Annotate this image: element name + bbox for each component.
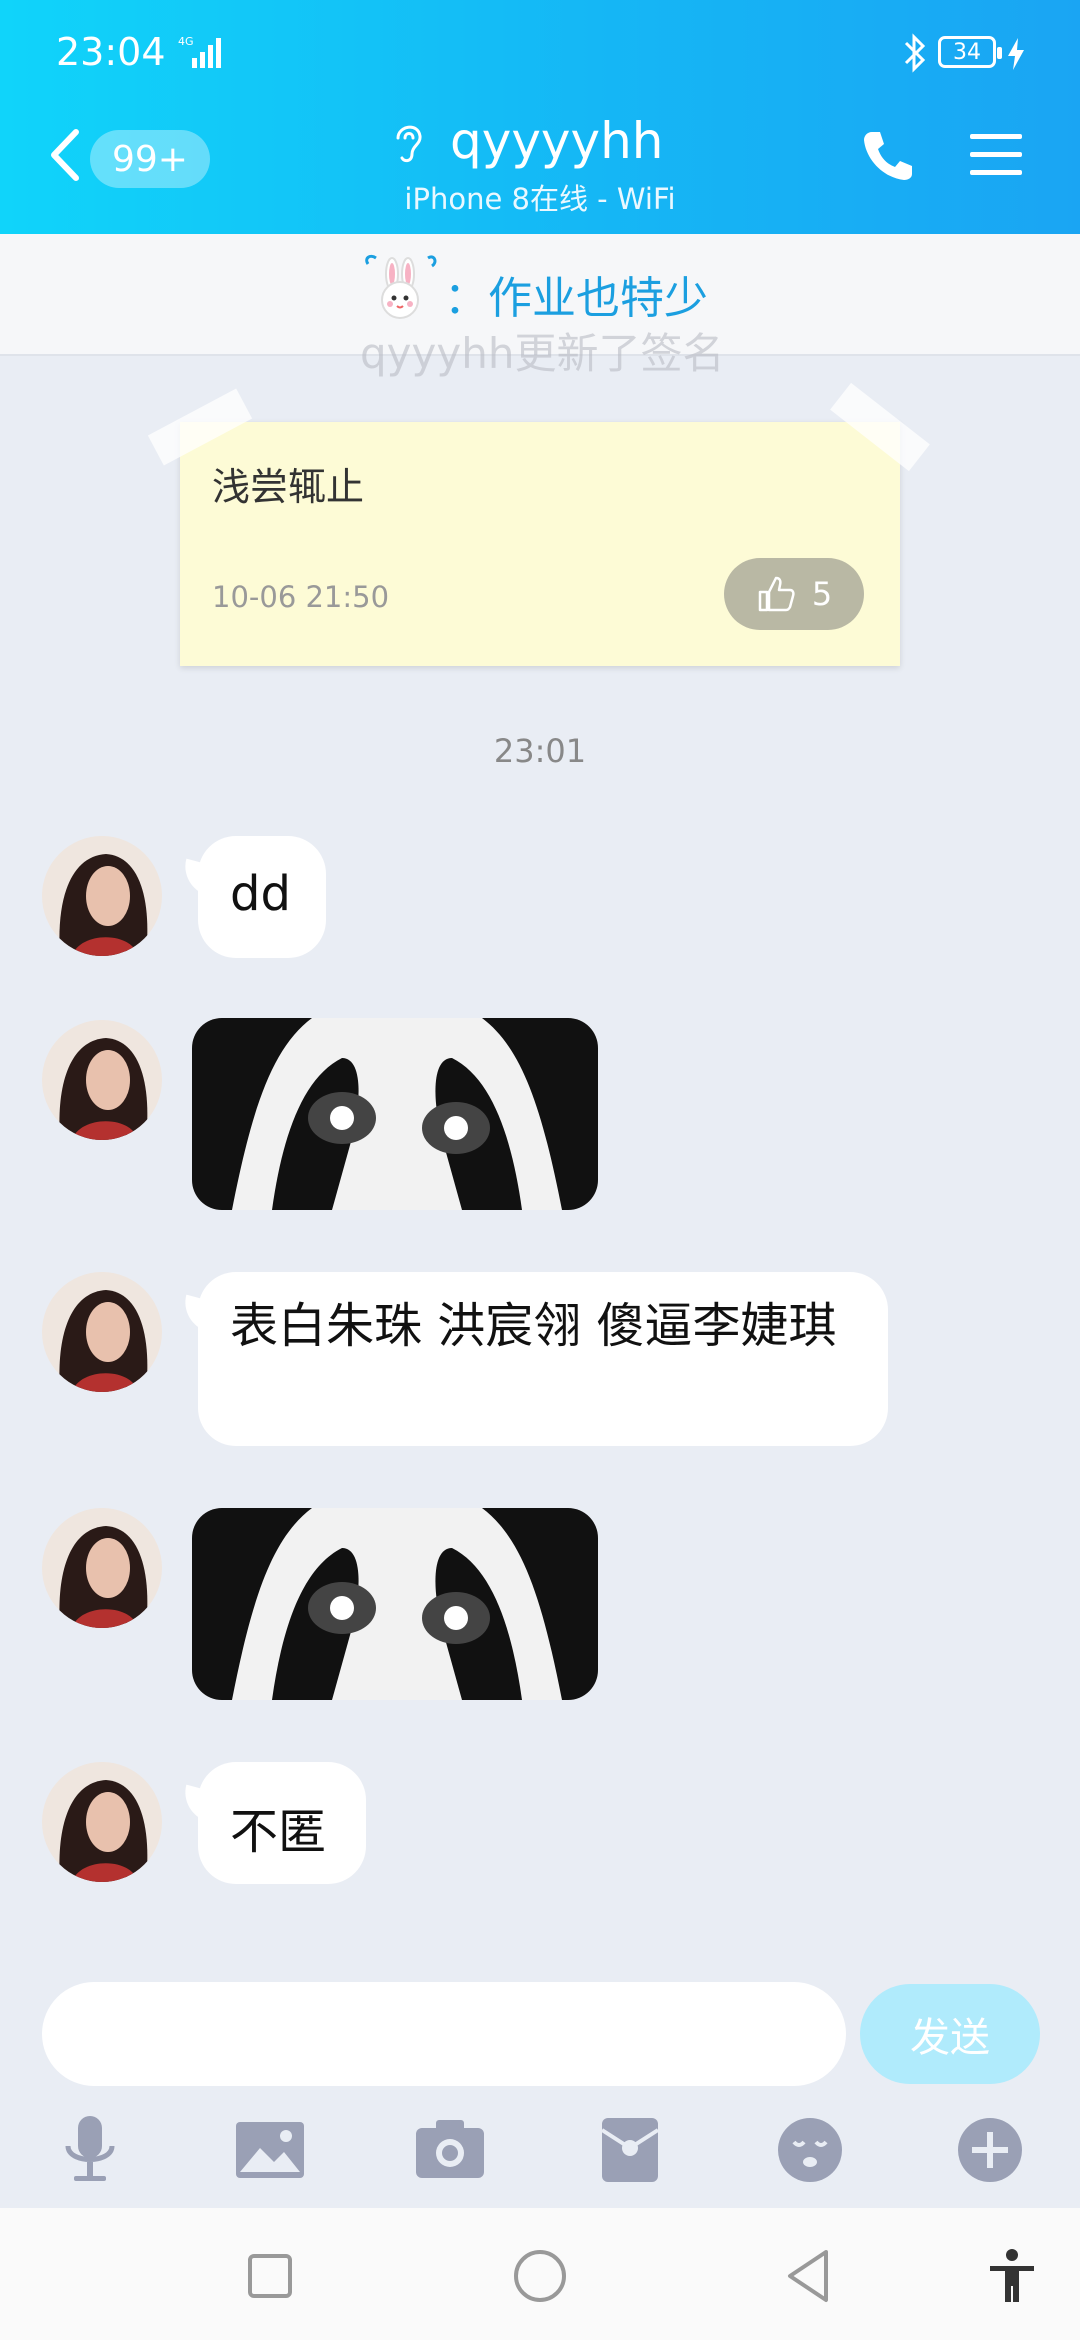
avatar[interactable] <box>42 836 162 956</box>
thumbs-up-icon <box>758 576 795 612</box>
accessibility-icon[interactable] <box>982 2246 1042 2306</box>
contact-status: iPhone 8在线 - WiFi <box>404 182 676 216</box>
status-time: 23:04 <box>56 30 166 74</box>
chat-toolbar <box>0 2100 1080 2208</box>
charging-icon <box>1008 38 1024 70</box>
emoji-icon[interactable] <box>772 2112 848 2188</box>
svg-text:4G: 4G <box>178 35 194 48</box>
chat-timestamp: 23:01 <box>493 732 587 770</box>
avatar[interactable] <box>42 1020 162 1140</box>
image-message[interactable] <box>192 1508 598 1700</box>
note-text: 浅尝辄止 <box>212 465 365 509</box>
message-bubble[interactable]: 表白朱珠 洪宸翎 傻逼李婕琪 <box>198 1272 888 1446</box>
like-count: 5 <box>811 575 833 613</box>
phone-icon[interactable] <box>862 128 914 182</box>
home-icon[interactable] <box>510 2246 570 2306</box>
camera-icon[interactable] <box>412 2112 488 2188</box>
avatar[interactable] <box>42 1272 162 1392</box>
back-icon[interactable] <box>780 2246 840 2306</box>
message-bubble[interactable]: 不匿 <box>198 1762 366 1884</box>
send-button[interactable]: 发送 <box>860 1984 1040 2084</box>
avatar[interactable] <box>42 1508 162 1628</box>
message-bubble[interactable]: dd <box>198 836 326 958</box>
menu-icon[interactable] <box>970 132 1022 178</box>
signature-update-notice: qyyyhh更新了签名 <box>360 329 725 378</box>
image-icon[interactable] <box>232 2112 308 2188</box>
plus-icon[interactable] <box>952 2112 1028 2188</box>
pinned-signature-text: ：作业也特少 <box>444 273 708 324</box>
microphone-icon[interactable] <box>52 2112 128 2188</box>
chat-header: 23:04 4G 34 99+ qyyyyhh iPhone 8在线 - WiF… <box>0 0 1080 234</box>
bluetooth-icon <box>904 33 926 73</box>
note-date: 10-06 21:50 <box>212 580 390 614</box>
avatar[interactable] <box>42 1762 162 1882</box>
like-button[interactable]: 5 <box>724 558 864 630</box>
image-message[interactable] <box>192 1018 598 1210</box>
message-input[interactable] <box>42 1982 846 2086</box>
rabbit-icon <box>365 254 437 319</box>
ear-icon <box>396 125 422 163</box>
red-envelope-icon[interactable] <box>592 2112 668 2188</box>
battery-indicator: 34 <box>938 36 1002 68</box>
recent-apps-icon[interactable] <box>240 2246 300 2306</box>
signal-icon: 4G <box>178 35 221 68</box>
contact-name[interactable]: qyyyyhh <box>450 112 663 170</box>
